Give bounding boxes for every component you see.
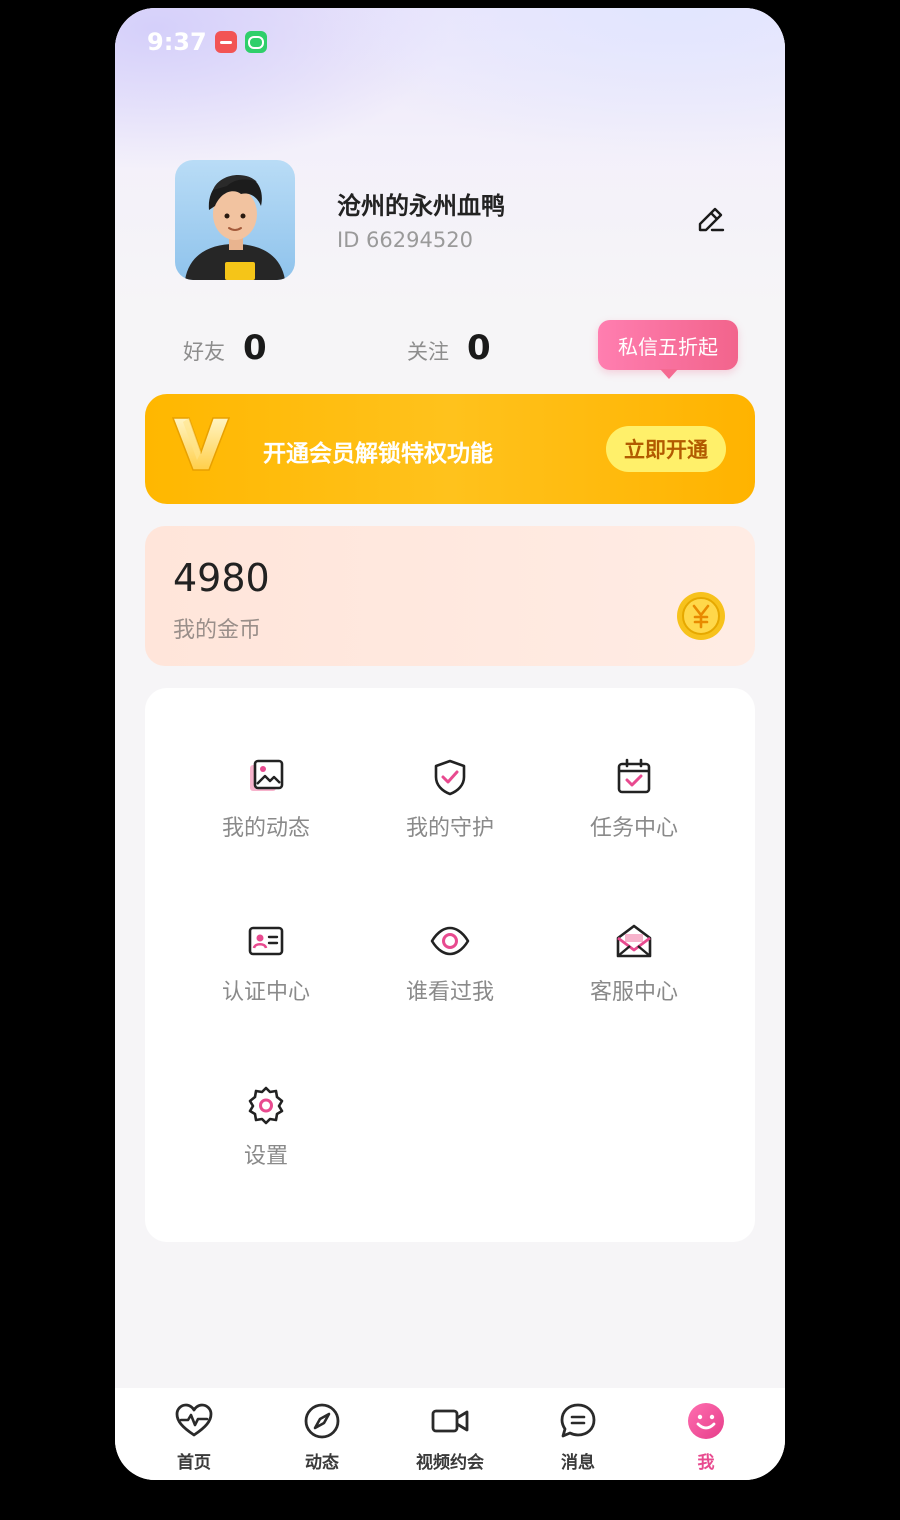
status-bar: 9:37 xyxy=(147,28,267,56)
gear-icon xyxy=(248,1086,284,1125)
coins-balance: 4980 xyxy=(173,556,270,600)
mail-open-icon xyxy=(616,924,652,958)
menu-label: 我的动态 xyxy=(221,816,310,841)
tab-messages[interactable]: 消息 xyxy=(523,1400,633,1476)
tab-label: 动态 xyxy=(305,1453,339,1473)
open-vip-button[interactable]: 立即开通 xyxy=(606,426,726,472)
coins-label: 我的金币 xyxy=(173,618,262,643)
menu-label: 客服中心 xyxy=(589,980,678,1005)
video-camera-icon xyxy=(431,1409,469,1433)
avatar[interactable] xyxy=(175,160,295,280)
menu-item-verification[interactable]: 认证中心 xyxy=(191,920,341,1020)
heartbeat-icon xyxy=(175,1403,213,1437)
chat-bubble-icon xyxy=(560,1403,596,1438)
friends-stat[interactable]: 好友 0 xyxy=(183,328,267,368)
menu-item-task-center[interactable]: 任务中心 xyxy=(559,756,709,856)
tab-moments[interactable]: 动态 xyxy=(267,1400,377,1476)
menu-item-settings[interactable]: 设置 xyxy=(191,1084,341,1184)
tab-home[interactable]: 首页 xyxy=(139,1400,249,1476)
menu-item-customer-service[interactable]: 客服中心 xyxy=(559,920,709,1020)
username: 沧州的永州血鸭 xyxy=(337,192,505,220)
vip-banner[interactable]: 开通会员解锁特权功能 立即开通 xyxy=(145,394,755,504)
wechat-notification-icon xyxy=(244,31,267,53)
compass-icon xyxy=(304,1403,340,1439)
message-discount-tag: 私信五折起 xyxy=(598,320,738,379)
tab-label: 消息 xyxy=(561,1453,595,1473)
menu-label: 任务中心 xyxy=(589,816,678,841)
tab-video-dating[interactable]: 视频约会 xyxy=(395,1400,505,1476)
status-time: 9:37 xyxy=(147,28,207,56)
id-card-icon xyxy=(248,926,284,956)
bottom-tab-bar: 首页 动态 视频约会 消息 我 xyxy=(115,1388,785,1480)
user-id: ID 66294520 xyxy=(337,228,473,252)
menu-item-my-guardian[interactable]: 我的守护 xyxy=(375,756,525,856)
shield-check-icon xyxy=(434,759,466,796)
vip-v-icon xyxy=(171,417,231,471)
menu-label: 设置 xyxy=(243,1144,288,1169)
vip-banner-text: 开通会员解锁特权功能 xyxy=(263,441,493,467)
notification-app-icon xyxy=(214,31,237,53)
friends-label: 好友 xyxy=(183,340,225,364)
menu-item-who-viewed-me[interactable]: 谁看过我 xyxy=(375,920,525,1020)
menu-item-my-posts[interactable]: 我的动态 xyxy=(191,756,341,856)
tab-label: 首页 xyxy=(177,1453,211,1473)
following-count: 0 xyxy=(467,328,491,368)
following-label: 关注 xyxy=(407,340,449,364)
calendar-check-icon xyxy=(617,758,651,794)
edit-profile-button[interactable] xyxy=(693,202,729,238)
tab-label: 视频约会 xyxy=(416,1453,484,1473)
feature-menu: 我的动态 我的守护 任务中心 认证中心 谁看过我 客服中心 设置 xyxy=(145,688,755,1242)
menu-label: 谁看过我 xyxy=(405,980,494,1005)
menu-label: 认证中心 xyxy=(221,980,310,1005)
phone-screen: 9:37 沧州的永州血鸭 ID 66294520 好友 0 关注 0 私信五折起… xyxy=(115,8,785,1480)
avatar-illustration xyxy=(185,175,285,280)
friends-count: 0 xyxy=(243,328,267,368)
pencil-icon xyxy=(698,207,725,232)
tab-label: 我 xyxy=(697,1453,715,1473)
menu-label: 我的守护 xyxy=(405,816,494,841)
smiley-icon xyxy=(688,1403,724,1439)
coin-icon xyxy=(677,592,725,640)
eye-icon xyxy=(430,926,470,956)
tab-me[interactable]: 我 xyxy=(651,1400,761,1476)
coins-card[interactable]: 4980 我的金币 xyxy=(145,526,755,666)
gallery-icon xyxy=(250,759,284,791)
following-stat[interactable]: 关注 0 xyxy=(407,328,491,368)
